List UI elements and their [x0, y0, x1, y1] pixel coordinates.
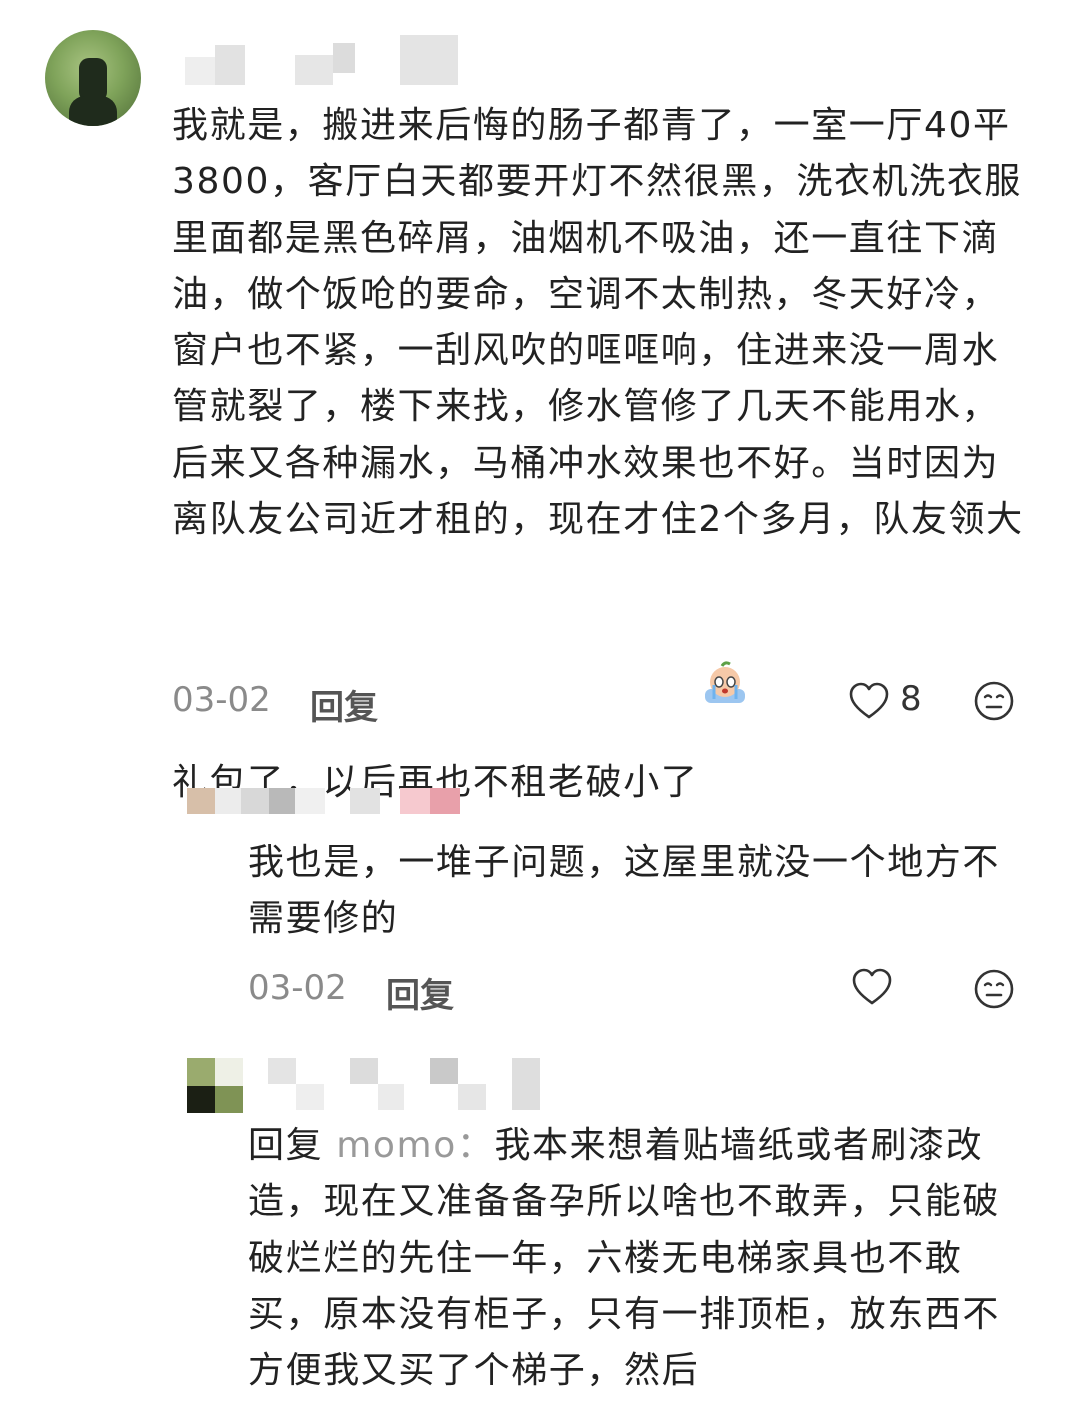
- heart-icon: [848, 681, 890, 721]
- reply-button[interactable]: 回复: [386, 968, 454, 1017]
- comment-text: 回复 momo：我本来想着贴墙纸或者刷漆改造，现在又准备备孕所以啥也不敢弄，只能…: [248, 1125, 1001, 1392]
- username-blurred[interactable]: [185, 35, 465, 90]
- like-count: 8: [900, 679, 922, 719]
- reply-button[interactable]: 回复: [310, 680, 378, 729]
- comment-text: 我也是，一堆子问题，这屋里就没一个地方不需要修的: [248, 842, 1001, 940]
- comment-date: 03-02: [172, 680, 271, 720]
- crying-face-emoji: [702, 548, 748, 703]
- avatar[interactable]: [185, 1055, 245, 1115]
- like-button[interactable]: [851, 967, 895, 1011]
- avatar[interactable]: [172, 760, 472, 830]
- avatar[interactable]: [45, 30, 141, 126]
- heart-icon: [851, 967, 895, 1007]
- comment-date: 03-02: [248, 968, 347, 1008]
- face-reaction-icon[interactable]: [973, 680, 1015, 722]
- face-reaction-icon[interactable]: [973, 968, 1015, 1010]
- like-button[interactable]: 8: [848, 679, 928, 723]
- reply-mention[interactable]: momo：: [336, 1125, 494, 1166]
- username-blurred[interactable]: [268, 1055, 548, 1115]
- reply-prefix: 回复: [248, 1125, 324, 1166]
